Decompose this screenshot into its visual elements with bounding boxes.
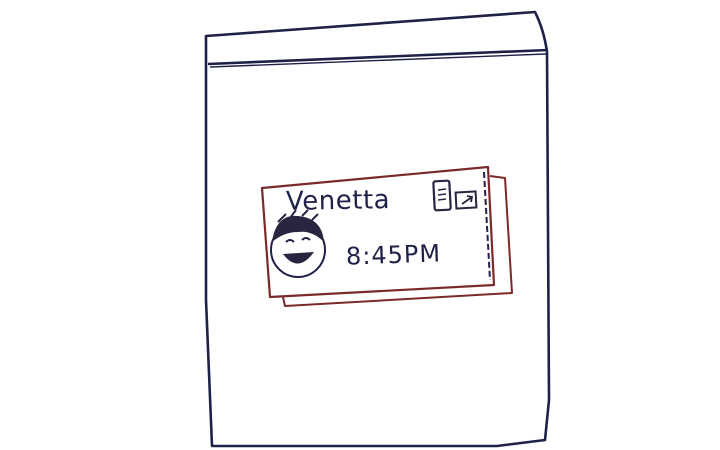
phone-frame-sketch bbox=[204, 10, 551, 448]
caller-name: Venetta bbox=[285, 185, 391, 217]
status-bar-line bbox=[207, 48, 549, 66]
call-time: 8:45PM bbox=[345, 239, 442, 271]
